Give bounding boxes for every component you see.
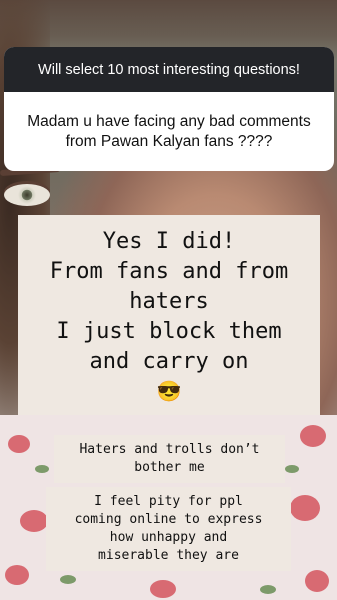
sunglasses-emoji-icon: 😎 [156, 379, 182, 403]
caption-text-block: Haters and trolls don’t bother me [54, 435, 285, 483]
caption-line: I feel pity for ppl [94, 494, 243, 509]
caption-line: how unhappy and [109, 530, 228, 545]
answer-line: From fans and from [49, 259, 289, 284]
question-sticker-header: Will select 10 most interesting question… [4, 47, 334, 92]
answer-line: haters [129, 289, 209, 314]
answer-text-block: Yes I did! From fans and from haters I j… [18, 215, 320, 415]
caption-line: miserable they are [98, 548, 239, 563]
answer-line: I just block them [56, 319, 282, 344]
caption-line: coming online to express [74, 512, 263, 527]
caption-text-block: I feel pity for ppl coming online to exp… [46, 487, 291, 571]
caption-line: Haters and trolls don’t [79, 442, 260, 457]
eye-shape [4, 184, 50, 206]
question-sticker: Will select 10 most interesting question… [4, 47, 334, 171]
question-text: Madam u have facing any bad comments fro… [27, 112, 311, 150]
answer-line: Yes I did! [102, 229, 236, 254]
caption-line: bother me [134, 460, 205, 475]
answer-line: and carry on [89, 349, 249, 374]
